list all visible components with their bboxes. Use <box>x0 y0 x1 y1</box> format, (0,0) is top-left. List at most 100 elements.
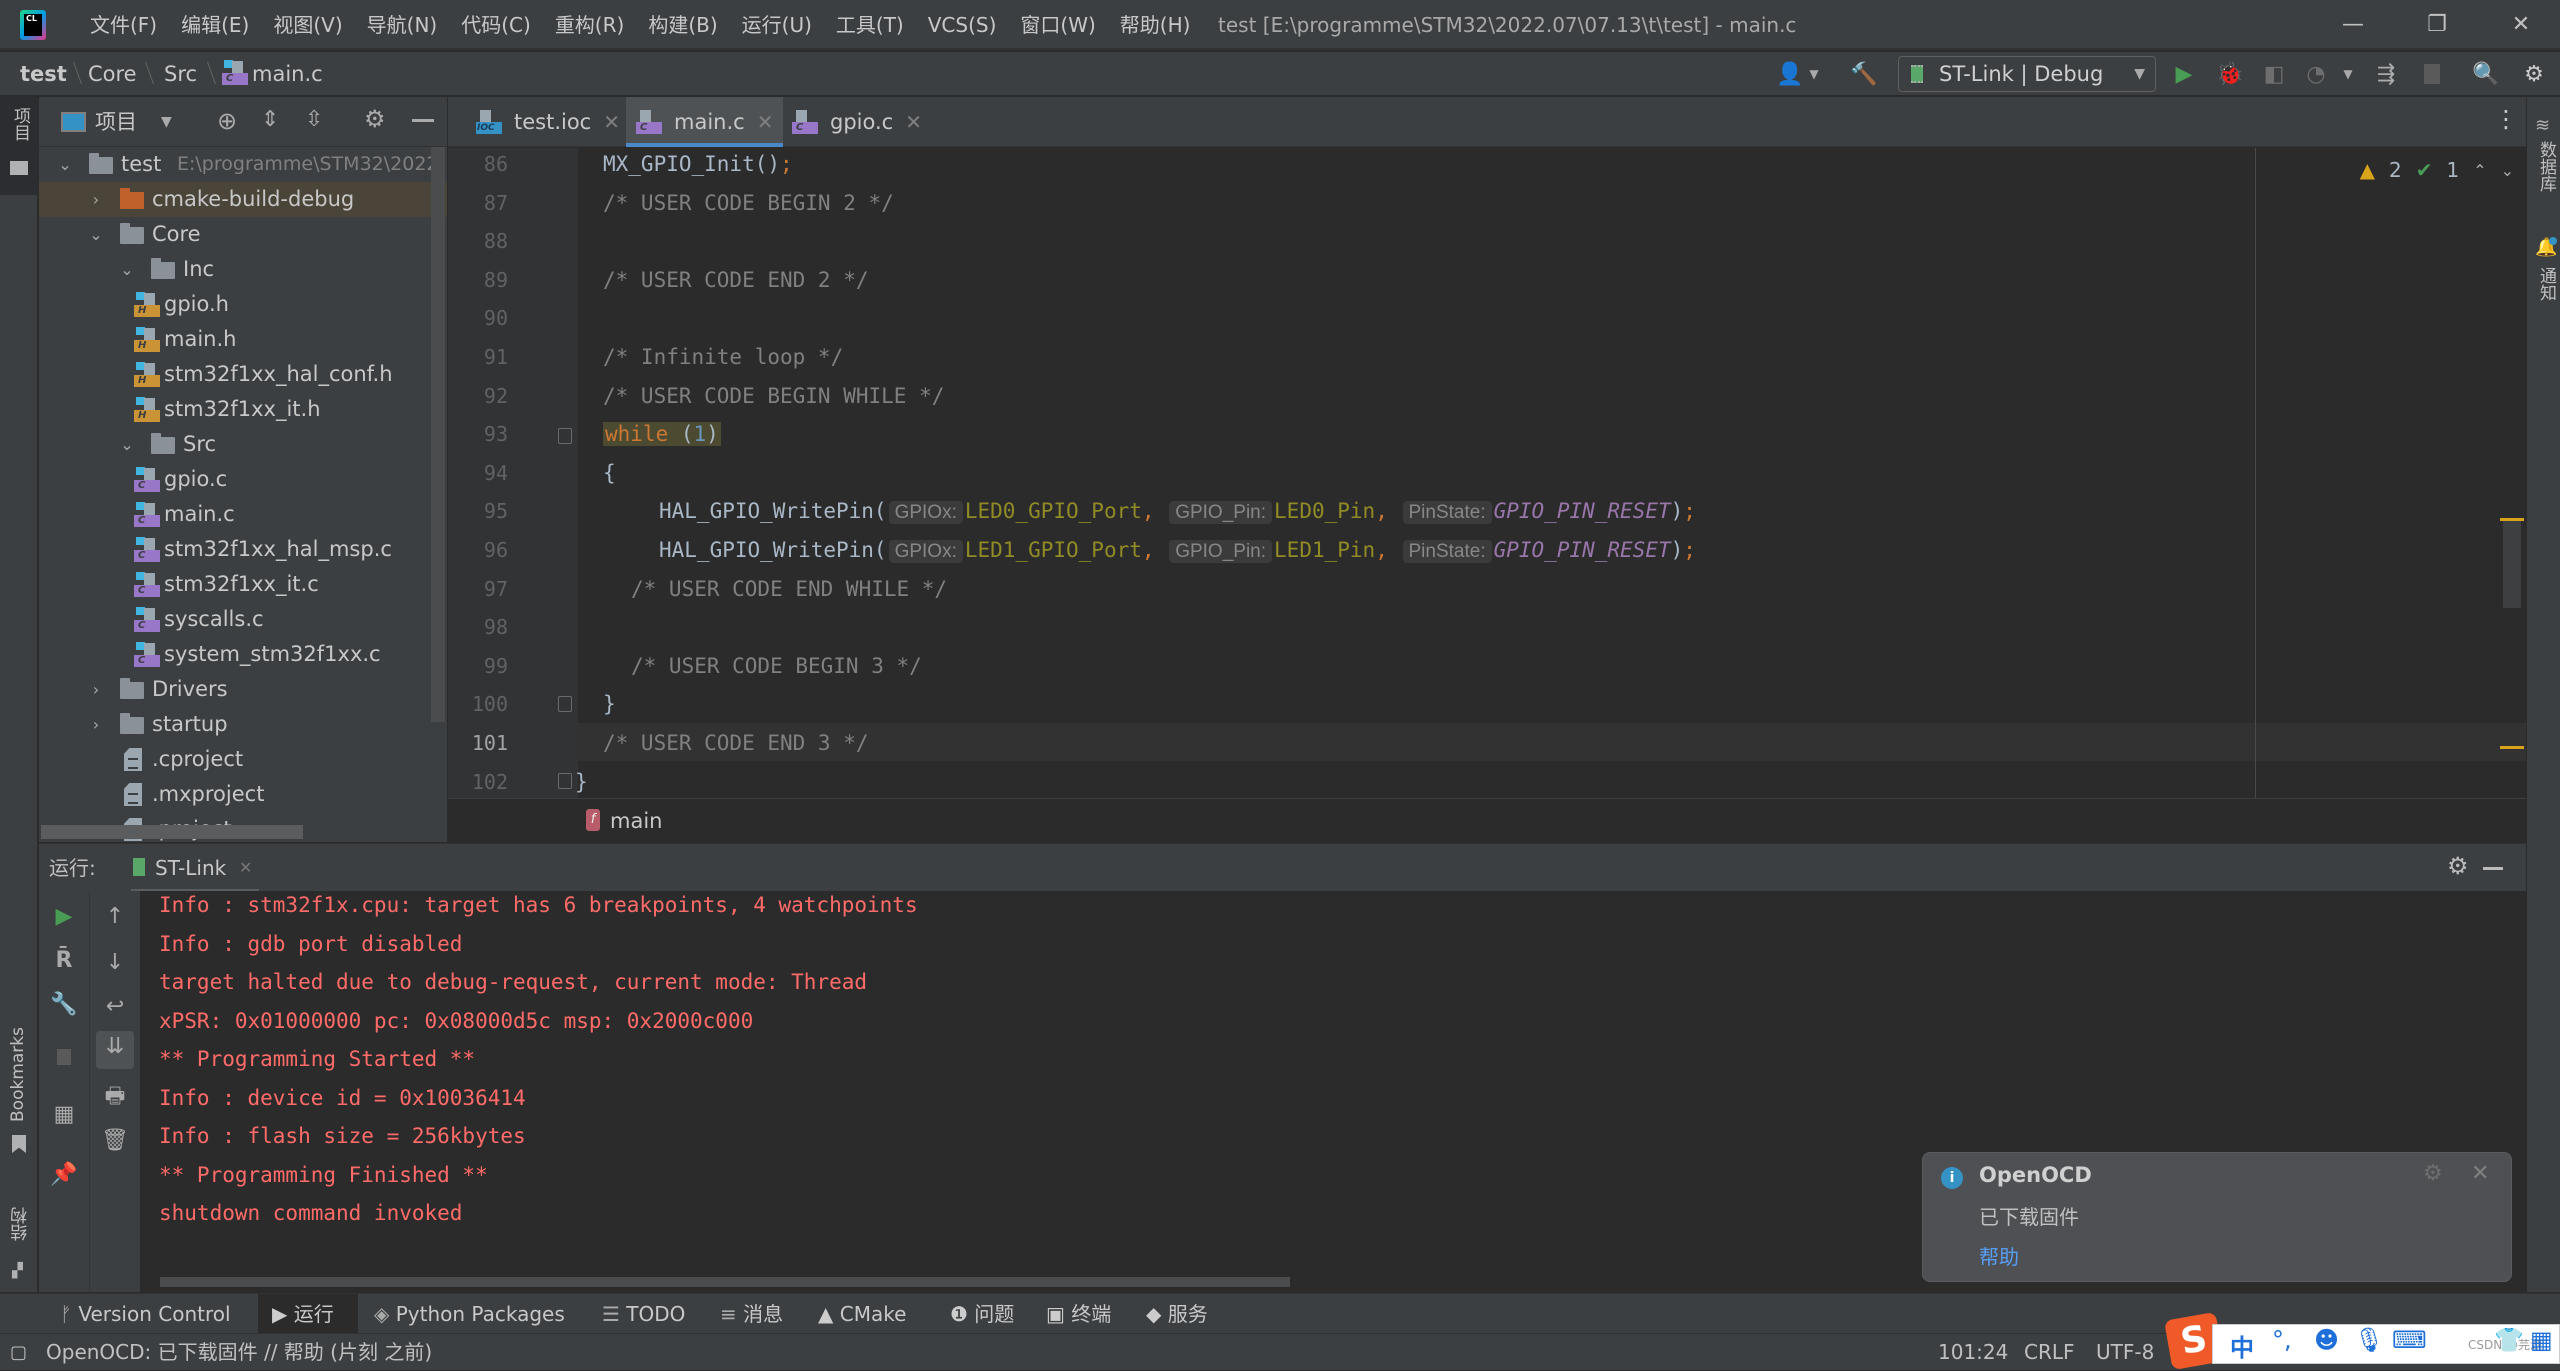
tool-problems[interactable]: ❶ 问题 <box>950 1294 1014 1334</box>
tree-item[interactable]: Hstm32f1xx_hal_conf.h <box>39 357 447 392</box>
tree-horizontal-scrollbar[interactable] <box>41 825 303 839</box>
project-view-selector[interactable]: 项目 <box>95 97 137 147</box>
run-icon[interactable]: ▶ <box>2170 60 2198 88</box>
chevron-down-icon[interactable]: ⌄ <box>57 147 73 182</box>
breadcrumb-src[interactable]: Src <box>164 52 197 96</box>
collapse-all-icon[interactable]: ⇳ <box>305 107 323 132</box>
breadcrumb-test[interactable]: test <box>20 52 67 96</box>
profile-icon[interactable]: ◔ <box>2302 60 2330 88</box>
warning-marker[interactable] <box>2500 518 2524 521</box>
toolbox-icon[interactable]: ▦ <box>2530 1326 2553 1354</box>
tree-item[interactable]: .mxproject <box>39 777 447 812</box>
wrench-icon[interactable]: 🔧 <box>48 989 80 1021</box>
menu-run[interactable]: 运行(U) <box>730 0 824 50</box>
menu-navigate[interactable]: 导航(N) <box>355 0 450 50</box>
ime-mode[interactable]: 中 <box>2230 1328 2254 1363</box>
code-editor[interactable]: 86 MX_GPIO_Init(); 87 /* USER CODE BEGIN 2 … <box>448 148 2526 798</box>
tree-item[interactable]: Csystem_stm32f1xx.c <box>39 637 447 672</box>
stop-icon[interactable] <box>48 1041 80 1073</box>
tool-run[interactable]: ▶ 运行 <box>258 1294 358 1334</box>
console-horizontal-scrollbar[interactable] <box>160 1277 1290 1287</box>
hide-panel-icon[interactable] <box>412 119 434 122</box>
tab-test-ioc[interactable]: IOC test.ioc ✕ <box>466 97 626 147</box>
close-tab-icon[interactable]: ✕ <box>905 110 922 134</box>
scroll-down-icon[interactable]: ↓ <box>99 947 131 979</box>
locate-file-icon[interactable]: ⊕ <box>217 107 237 135</box>
status-message[interactable]: OpenOCD: 已下载固件 // 帮助 (片刻 之前) <box>46 1334 432 1371</box>
restart-icon[interactable]: R̄ <box>48 945 80 977</box>
stop-icon[interactable] <box>2418 60 2446 88</box>
keyboard-icon[interactable]: ⌨ <box>2392 1326 2427 1354</box>
menu-view[interactable]: 视图(V) <box>261 0 354 50</box>
tool-version-control[interactable]: ᚠ Version Control <box>60 1294 231 1334</box>
layout-icon[interactable]: ▦ <box>48 1099 80 1131</box>
microphone-icon[interactable]: 🎙 <box>2354 1326 2384 1354</box>
line-separator[interactable]: CRLF <box>2024 1334 2075 1371</box>
expand-all-icon[interactable]: ⇕ <box>261 107 279 132</box>
fold-icon[interactable] <box>558 428 572 444</box>
clear-all-icon[interactable]: 🗑 <box>99 1125 131 1157</box>
tree-item[interactable]: Hgpio.h <box>39 287 447 322</box>
tool-services[interactable]: ◆ 服务 <box>1146 1294 1208 1334</box>
soft-wrap-icon[interactable]: ↩ <box>99 991 131 1023</box>
project-tool-button[interactable]: 项目 <box>0 97 38 195</box>
tool-messages[interactable]: ≡ 消息 <box>720 1294 783 1334</box>
breadcrumb-core[interactable]: Core <box>88 52 137 96</box>
structure-tool-button[interactable]: 结构 ▞ <box>0 1207 38 1287</box>
build-hammer-icon[interactable]: 🔨 <box>1850 60 1878 88</box>
notification-help-link[interactable]: 帮助 <box>1979 1241 2019 1270</box>
tree-item[interactable]: Hstm32f1xx_it.h <box>39 392 447 427</box>
editor-scrollbar[interactable] <box>2503 518 2521 608</box>
database-tool-button[interactable]: ≋ 数据库 <box>2527 115 2560 215</box>
tree-vertical-scrollbar[interactable] <box>431 147 445 722</box>
notification-settings-icon[interactable]: ⚙ <box>2423 1161 2443 1186</box>
tool-python-packages[interactable]: ◈ Python Packages <box>374 1294 565 1334</box>
fold-icon[interactable] <box>558 696 572 712</box>
tool-terminal[interactable]: ▣ 终端 <box>1046 1294 1111 1334</box>
tree-item[interactable]: › cmake-build-debug <box>39 182 447 217</box>
menu-file[interactable]: 文件(F) <box>78 0 169 50</box>
tree-item[interactable]: ⌄ Inc <box>39 252 447 287</box>
settings-icon[interactable]: ⚙ <box>2520 60 2548 88</box>
run-tab-st-link[interactable]: ST-Link ✕ <box>131 844 259 892</box>
tree-item[interactable]: .cproject <box>39 742 447 777</box>
breadcrumb-main-c[interactable]: main.c <box>252 52 323 96</box>
gear-icon[interactable]: ⚙ <box>364 105 386 133</box>
more-options-icon[interactable]: ⋮ <box>2494 105 2518 133</box>
hide-panel-icon[interactable] <box>2483 867 2503 870</box>
emoji-icon[interactable]: ☻ <box>2314 1326 2339 1354</box>
tab-main-c[interactable]: C main.c ✕ <box>626 97 783 147</box>
rerun-icon[interactable]: ▶ <box>48 901 80 933</box>
tree-item[interactable]: Cstm32f1xx_hal_msp.c <box>39 532 447 567</box>
tree-item[interactable]: › startup <box>39 707 447 742</box>
close-tab-icon[interactable]: ✕ <box>757 110 774 134</box>
menu-refactor[interactable]: 重构(R) <box>543 0 637 50</box>
close-window-button[interactable]: ✕ <box>2486 0 2556 50</box>
chevron-down-icon[interactable]: ▼ <box>2334 60 2362 88</box>
chevron-down-icon[interactable]: ▼ <box>161 97 172 147</box>
chevron-down-icon[interactable]: ⌄ <box>119 252 135 287</box>
toggle-tool-windows-icon[interactable]: ▢ <box>10 1334 27 1371</box>
gear-icon[interactable]: ⚙ <box>2447 852 2469 880</box>
close-tab-icon[interactable]: ✕ <box>239 844 252 892</box>
chevron-down-icon[interactable]: ▼ <box>1800 60 1828 88</box>
notifications-tool-button[interactable]: 🔔 通知 <box>2527 237 2560 327</box>
run-configuration-select[interactable]: ST-Link | Debug ▼ <box>1898 56 2156 92</box>
chevron-down-icon[interactable]: ⌄ <box>88 217 104 252</box>
menu-window[interactable]: 窗口(W) <box>1008 0 1107 50</box>
close-tab-icon[interactable]: ✕ <box>603 110 620 134</box>
attach-icon[interactable]: ⇶ <box>2372 60 2400 88</box>
tool-todo[interactable]: ☰ TODO <box>602 1294 685 1334</box>
previous-highlight-icon[interactable]: ⌃ <box>2473 161 2486 180</box>
pin-icon[interactable]: 📌 <box>48 1159 80 1191</box>
caret-position[interactable]: 101:24 <box>1938 1334 2008 1371</box>
menu-build[interactable]: 构建(B) <box>636 0 729 50</box>
menu-tools[interactable]: 工具(T) <box>824 0 916 50</box>
debug-icon[interactable]: 🐞 <box>2216 60 2244 88</box>
tab-gpio-c[interactable]: C gpio.c ✕ <box>784 97 944 147</box>
minimize-button[interactable]: — <box>2318 0 2388 50</box>
tree-item[interactable]: ⌄ Src <box>39 427 447 462</box>
chevron-right-icon[interactable]: › <box>88 672 104 707</box>
tree-item[interactable]: ⌄ test E:\programme\STM32\2022 <box>39 147 447 182</box>
tool-cmake[interactable]: ▲ CMake <box>818 1294 906 1334</box>
